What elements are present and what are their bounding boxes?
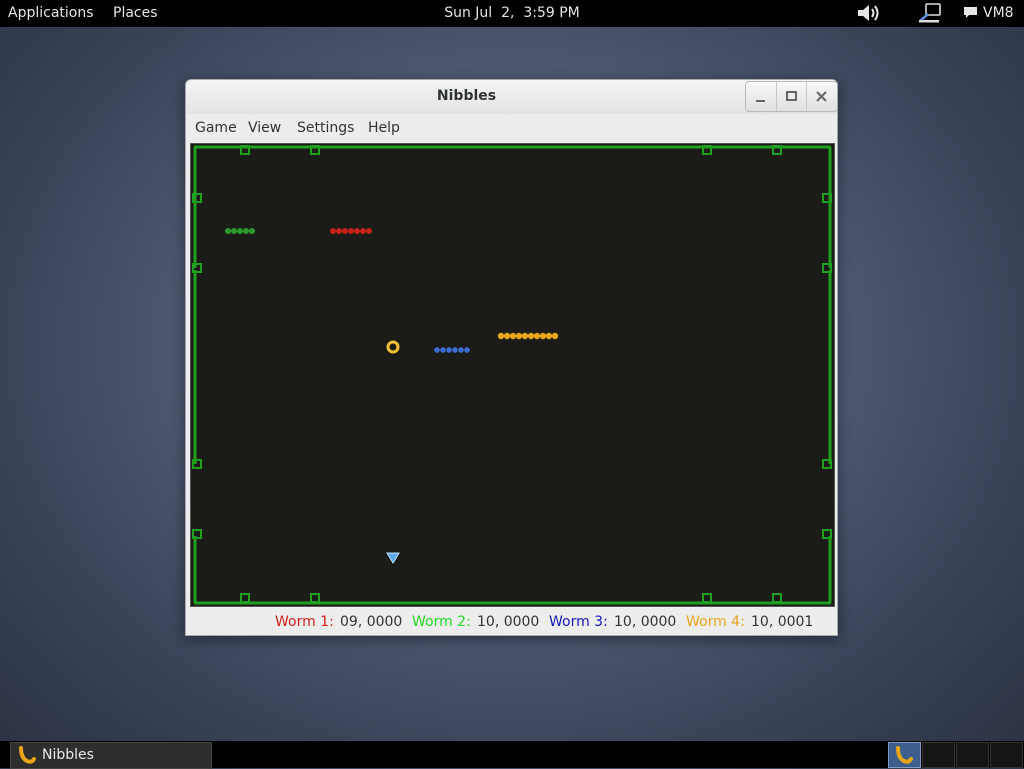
minimize-button[interactable] — [746, 82, 776, 111]
worm-green-segment — [249, 228, 255, 234]
top-panel: Applications Places Sun Jul 2, 3:59 PM V… — [0, 0, 1024, 27]
workspace-4[interactable] — [990, 742, 1023, 768]
worm-blue-segment — [452, 347, 458, 353]
worm2-label: Worm 2: — [412, 614, 471, 630]
worm-yellow-segment — [551, 332, 559, 340]
taskbar-item-label: Nibbles — [42, 747, 94, 763]
worm3-label: Worm 3: — [549, 614, 608, 630]
worm-yellow-segment — [503, 332, 511, 340]
taskbar-item-nibbles[interactable]: Nibbles — [10, 742, 212, 769]
workspace-3[interactable] — [956, 742, 989, 768]
worm-green — [225, 228, 255, 234]
worm4-label: Worm 4: — [686, 614, 745, 630]
window-controls — [745, 81, 837, 112]
places-menu[interactable]: Places — [113, 5, 158, 21]
menu-settings[interactable]: Settings — [297, 120, 354, 136]
worm1-label: Worm 1: — [275, 614, 334, 630]
volume-icon[interactable] — [856, 2, 882, 24]
game-arena[interactable] — [190, 143, 835, 607]
chat-icon[interactable] — [962, 2, 980, 24]
worm-yellow-segment — [533, 332, 541, 340]
maximize-button[interactable] — [776, 82, 807, 111]
close-button[interactable] — [806, 82, 837, 111]
wall-node — [240, 593, 250, 603]
nibbles-app-icon — [19, 746, 36, 764]
worm-red-segment — [336, 228, 342, 234]
user-menu[interactable]: VM8 — [983, 5, 1014, 21]
worm-red-segment — [348, 228, 354, 234]
worm-red-segment — [330, 228, 336, 234]
workspace-window-icon — [896, 746, 913, 764]
worm-green-segment — [243, 228, 249, 234]
applications-menu[interactable]: Applications — [8, 5, 94, 21]
worm3-score: 10, 0000 — [614, 614, 677, 630]
worm-green-segment — [225, 228, 231, 234]
close-icon — [816, 91, 827, 102]
worm-blue-segment — [440, 347, 446, 353]
blue-diamond-bonus — [386, 552, 400, 564]
worm-yellow-segment — [521, 332, 529, 340]
worm-yellow-segment — [497, 332, 505, 340]
menu-help[interactable]: Help — [368, 120, 400, 136]
menu-game[interactable]: Game — [195, 120, 237, 136]
wall-node — [310, 593, 320, 603]
worm-blue-segment — [434, 347, 440, 353]
worm-red-segment — [354, 228, 360, 234]
worm-blue-segment — [458, 347, 464, 353]
worm-red — [330, 228, 372, 234]
nibbles-window: Nibbles Game View Settings Help Worm 1: … — [185, 79, 838, 636]
worm-red-segment — [360, 228, 366, 234]
titlebar[interactable]: Nibbles — [186, 80, 837, 114]
minimize-icon — [756, 100, 765, 102]
arena-graphics — [192, 145, 832, 605]
worm-blue — [434, 347, 470, 353]
window-title: Nibbles — [436, 88, 497, 104]
worm-yellow-segment — [539, 332, 547, 340]
menu-view[interactable]: View — [248, 120, 281, 136]
worm-yellow-segment — [509, 332, 517, 340]
worm-yellow-segment — [515, 332, 523, 340]
wall-node — [772, 593, 782, 603]
wall-node — [702, 593, 712, 603]
worm-green-segment — [231, 228, 237, 234]
worm4-score: 10, 0001 — [751, 614, 814, 630]
worm-yellow-segment — [527, 332, 535, 340]
maximize-icon — [786, 91, 797, 101]
workspace-1[interactable] — [888, 742, 921, 768]
workspace-2[interactable] — [922, 742, 955, 768]
bottom-panel: Nibbles — [0, 741, 1024, 769]
statusbar: Worm 1: 09, 0000 Worm 2: 10, 0000 Worm 3… — [186, 607, 837, 635]
worm-blue-segment — [464, 347, 470, 353]
yellow-ring-bonus — [386, 340, 400, 354]
network-icon[interactable] — [918, 2, 942, 24]
worm-blue-segment — [446, 347, 452, 353]
clock[interactable]: Sun Jul 2, 3:59 PM — [444, 5, 580, 21]
worm1-score: 09, 0000 — [340, 614, 403, 630]
worm-yellow-segment — [545, 332, 553, 340]
worm-red-segment — [342, 228, 348, 234]
worm-yellow — [497, 332, 559, 340]
worm2-score: 10, 0000 — [477, 614, 540, 630]
menubar: Game View Settings Help — [186, 114, 837, 142]
worm-red-segment — [366, 228, 372, 234]
worm-green-segment — [237, 228, 243, 234]
